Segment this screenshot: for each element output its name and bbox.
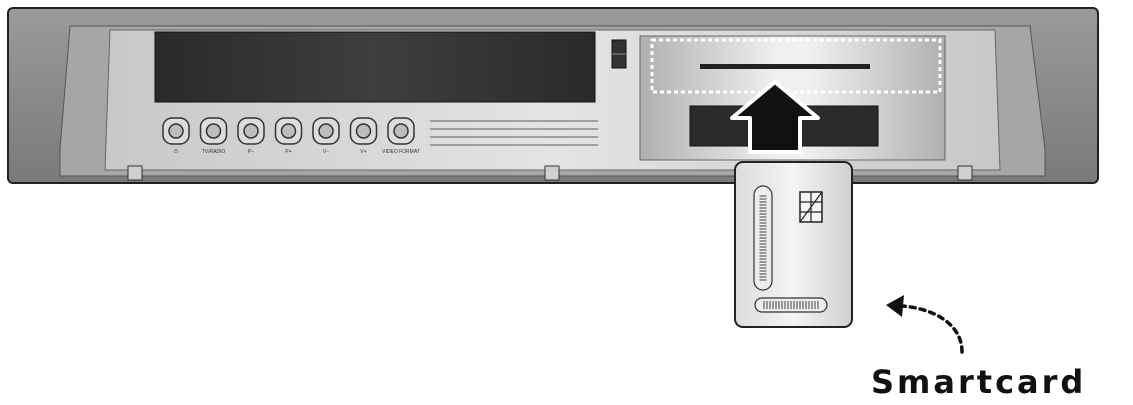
smartcard[interactable]	[734, 161, 853, 328]
curved-dashed-arrow-icon	[886, 295, 964, 354]
front-button-label: VIDEO FORMAT	[382, 149, 420, 155]
front-button-label: V−	[323, 149, 329, 155]
foot-center	[544, 165, 560, 181]
receiver-front-panel: ⏻ TV/RADIO P− P+ V− V+ VIDEO FORMAT	[7, 7, 1099, 184]
front-display	[154, 31, 596, 103]
smartcard-caption: Smartcard	[871, 363, 1086, 401]
front-button-label: ⏻	[174, 149, 178, 155]
smartcard-insertion-diagram: ⏻ TV/RADIO P− P+ V− V+ VIDEO FORMAT Smar…	[7, 7, 1099, 401]
front-button-label: P−	[248, 149, 254, 155]
front-button-label: P+	[285, 149, 291, 155]
front-button-label: TV/RADIO	[202, 149, 226, 155]
card-slot[interactable]	[700, 64, 870, 69]
foot-left	[127, 165, 143, 181]
chip-icon	[799, 191, 823, 223]
front-button-label: V+	[360, 149, 366, 155]
foot-right	[957, 165, 973, 181]
front-button-1[interactable]: TV/RADIO	[199, 117, 228, 155]
